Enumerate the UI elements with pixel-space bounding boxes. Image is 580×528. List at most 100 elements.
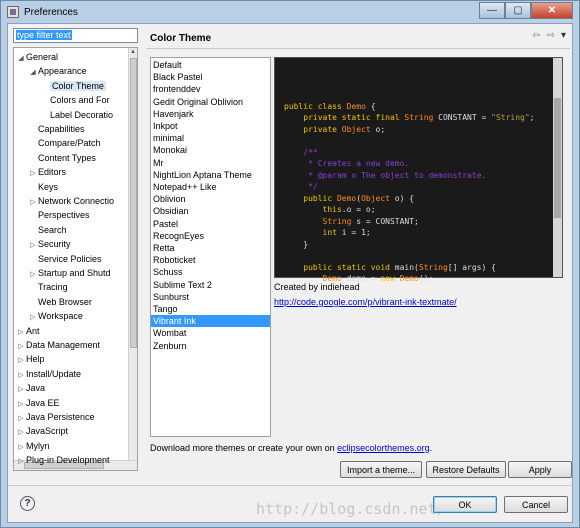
restore-defaults-button[interactable]: Restore Defaults xyxy=(426,461,506,478)
code-token: o) { xyxy=(394,193,415,203)
theme-list-item[interactable]: Sunburst xyxy=(151,291,270,303)
import-theme-button[interactable]: Import a theme... xyxy=(340,461,422,478)
theme-list-item[interactable]: Sublime Text 2 xyxy=(151,279,270,291)
tree-item[interactable]: ▷ Plug-in Development xyxy=(16,453,109,467)
theme-list-item[interactable]: Roboticket xyxy=(151,254,270,266)
theme-url-link[interactable]: http://code.google.com/p/vibrant-ink-tex… xyxy=(274,297,457,307)
tree-item[interactable]: ▷ Editors xyxy=(28,165,66,179)
code-token: Object xyxy=(341,124,376,134)
theme-list-item[interactable]: Havenjark xyxy=(151,108,270,120)
theme-list-item[interactable]: Inkpot xyxy=(151,120,270,132)
scroll-up-icon[interactable]: ▲ xyxy=(129,48,137,57)
tree-item[interactable]: Capabilities xyxy=(28,122,85,136)
filter-input[interactable]: type filter text xyxy=(13,28,138,43)
tree-item[interactable]: ◢ General xyxy=(16,50,58,64)
code-token: Object xyxy=(361,193,395,203)
tree-item-label: General xyxy=(26,52,59,62)
help-icon[interactable]: ? xyxy=(20,496,35,511)
code-token: Demo xyxy=(346,101,366,111)
theme-list-item[interactable]: minimal xyxy=(151,132,270,144)
tree-item[interactable]: ▷ Install/Update xyxy=(16,367,81,381)
code-line: public static void main(String[] args) { xyxy=(284,262,562,274)
tree-item-label: Search xyxy=(38,224,67,235)
theme-list-item[interactable]: NightLion Aptana Theme xyxy=(151,169,270,181)
ok-button[interactable]: OK xyxy=(433,496,497,513)
theme-list-item[interactable]: Wombat xyxy=(151,327,270,339)
download-prefix: Download more themes or create your own … xyxy=(150,443,338,453)
tree-item[interactable]: Label Decoratio xyxy=(40,108,113,122)
tree-item-label: Ant xyxy=(26,325,40,336)
tree-item[interactable]: ▷ Ant xyxy=(16,324,40,338)
app-icon xyxy=(7,6,19,18)
tree-item[interactable]: ▷ Startup and Shutd xyxy=(28,266,110,280)
menu-dropdown-icon[interactable]: ▾ xyxy=(561,30,566,41)
preview-scroll-thumb[interactable] xyxy=(554,98,561,218)
theme-list-item[interactable]: Schuss xyxy=(151,266,270,278)
code-token: o; xyxy=(375,124,386,134)
tree-item[interactable]: ▷ JavaScript xyxy=(16,424,68,438)
theme-list-item[interactable]: Black Pastel xyxy=(151,71,270,83)
expanded-icon[interactable]: ◢ xyxy=(16,52,26,66)
theme-list-item[interactable]: Default xyxy=(151,59,270,71)
theme-list-item[interactable]: Monokai xyxy=(151,144,270,156)
collapsed-icon[interactable]: ▷ xyxy=(16,470,26,471)
tree-item[interactable]: ▷ Java EE xyxy=(16,396,59,410)
preview-scrollbar[interactable] xyxy=(553,58,562,277)
eclipsecolorthemes-link[interactable]: eclipsecolorthemes.org xyxy=(337,443,430,453)
theme-list-item[interactable]: Zenburn xyxy=(151,340,270,352)
theme-list-item[interactable]: Notepad++ Like xyxy=(151,181,270,193)
tree-item-label: Security xyxy=(38,239,71,250)
maximize-button[interactable]: ▢ xyxy=(505,2,531,19)
tree-item[interactable]: Search xyxy=(28,223,67,237)
theme-list-item[interactable]: frontenddev xyxy=(151,83,270,95)
tree-item[interactable]: ▷ Java xyxy=(16,381,45,395)
tree-item[interactable]: ◢ Appearance xyxy=(28,64,86,80)
code-token: ; xyxy=(529,113,535,122)
tree-item-label: Web Browser xyxy=(38,296,92,307)
expanded-icon[interactable]: ◢ xyxy=(28,66,38,80)
code-line: */ xyxy=(284,181,562,193)
theme-list-item[interactable]: Gedit Original Oblivion xyxy=(151,96,270,108)
theme-list-item[interactable]: Tango xyxy=(151,303,270,315)
tree-item[interactable]: ▷ Java Persistence xyxy=(16,410,94,424)
close-button[interactable]: ✕ xyxy=(531,2,573,19)
theme-list-item[interactable]: Obsidian xyxy=(151,205,270,217)
code-line: } xyxy=(284,239,562,251)
tree-item[interactable]: Keys xyxy=(28,180,58,194)
tree-item[interactable]: Web Browser xyxy=(28,295,92,309)
cancel-button[interactable]: Cancel xyxy=(504,496,568,513)
theme-list-item[interactable]: Oblivion xyxy=(151,193,270,205)
theme-list-item[interactable]: Mr xyxy=(151,157,270,169)
theme-list-item[interactable]: Retta xyxy=(151,242,270,254)
apply-button[interactable]: Apply xyxy=(508,461,572,478)
tree-item[interactable]: ▷ Network Connectio xyxy=(28,194,114,208)
forward-icon[interactable]: ⇨ xyxy=(547,30,555,41)
theme-list[interactable]: Default Black Pastel frontenddev Gedit Orig… xyxy=(150,57,271,437)
tree-item[interactable]: Content Types xyxy=(28,151,96,165)
tree-item[interactable]: Service Policies xyxy=(28,252,102,266)
theme-list-item[interactable]: RecognEyes xyxy=(151,230,270,242)
tree-item[interactable]: ▷Remote Systems xyxy=(16,468,95,471)
preferences-tree[interactable]: ▲ ◢ General ◢ Appearance Color Theme Colors a… xyxy=(13,47,138,471)
tree-item[interactable]: Colors and For xyxy=(40,93,110,107)
tree-item[interactable]: ▷ Security xyxy=(28,237,71,251)
theme-list-item[interactable]: Vibrant Ink xyxy=(151,315,270,328)
tree-item-label: Content Types xyxy=(38,152,96,163)
back-icon[interactable]: ⇦ xyxy=(532,30,540,41)
tree-item[interactable]: Perspectives xyxy=(28,208,90,222)
code-line: String s = CONSTANT; xyxy=(284,216,562,228)
tree-item[interactable]: ▷ Workspace xyxy=(28,309,83,323)
theme-list-item[interactable]: Pastel xyxy=(151,218,270,230)
minimize-button[interactable]: — xyxy=(479,2,505,19)
tree-item[interactable]: ▷ Help xyxy=(16,352,44,366)
tree-item[interactable]: ▷ Data Management xyxy=(16,338,100,352)
tree-vertical-scrollbar[interactable]: ▲ xyxy=(128,48,137,460)
tree-item[interactable]: Compare/Patch xyxy=(28,136,101,150)
dialog-client: type filter text ▲ ◢ General ◢ Appearance Co… xyxy=(7,23,574,523)
tree-scroll-thumb[interactable] xyxy=(130,58,137,348)
tree-item[interactable]: Color Theme xyxy=(40,79,106,93)
tree-item[interactable]: ▷ Mylyn xyxy=(16,439,49,453)
tree-item[interactable]: Tracing xyxy=(28,280,68,294)
tree-item-label: Colors and For xyxy=(50,95,110,106)
